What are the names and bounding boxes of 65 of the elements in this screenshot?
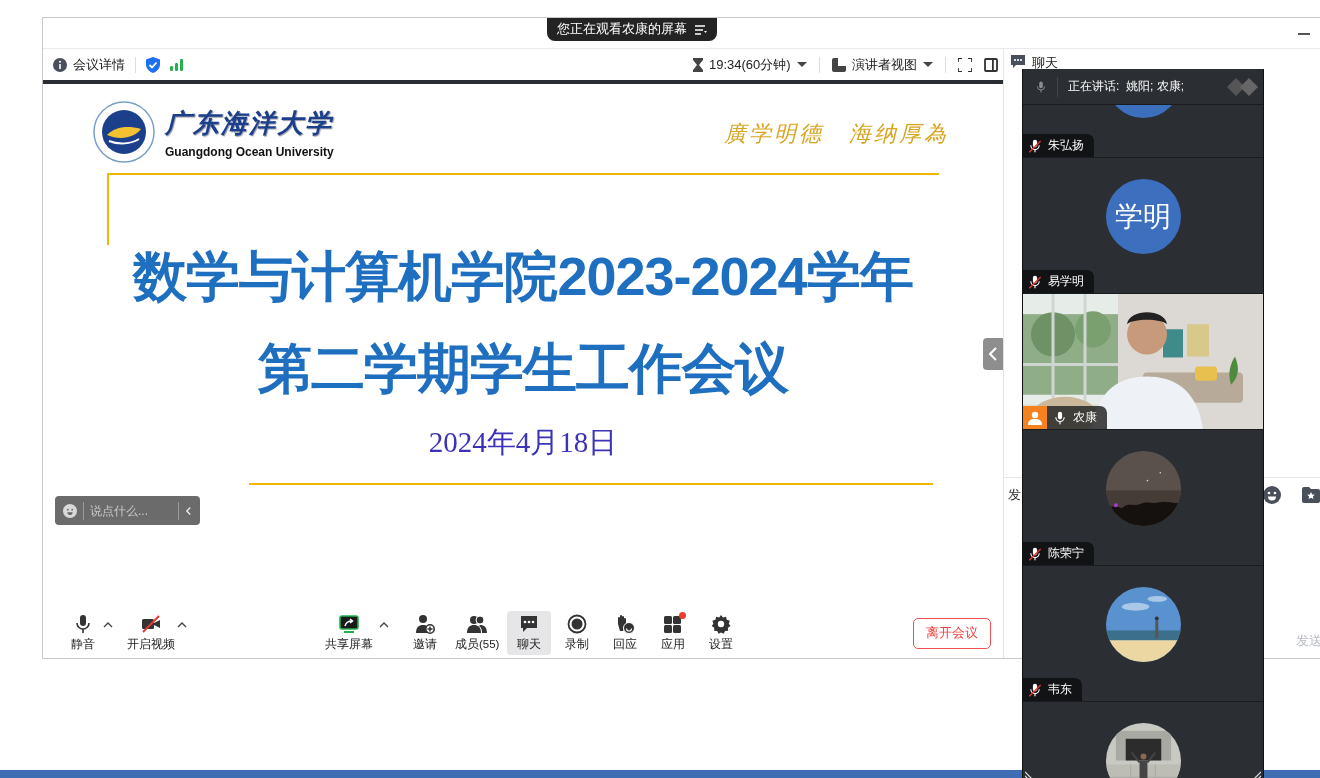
chat-bubble-icon (1010, 54, 1026, 68)
shield-check-icon[interactable] (146, 56, 160, 73)
smiley-icon[interactable] (1263, 486, 1281, 504)
record-icon (567, 614, 588, 634)
add-person-icon (415, 614, 435, 634)
university-name: 广东海洋大学 (165, 106, 334, 140)
caret-button[interactable] (177, 620, 187, 628)
chat-bubble-icon (519, 614, 540, 634)
comment-field[interactable]: 说点什么... (83, 501, 179, 520)
caret-icon (177, 620, 187, 628)
collapse-tab[interactable] (983, 338, 1003, 370)
toolbar-button[interactable]: 邀请 (403, 611, 447, 655)
hourglass-icon (693, 57, 703, 72)
caret-button[interactable] (379, 620, 389, 628)
university-name: Guangdong Ocean University (165, 144, 334, 159)
speaking-status: 正在讲话: 姚阳; 农康; (1068, 78, 1185, 95)
toolbar-button[interactable]: 共享屏幕 (321, 611, 377, 655)
caret-button[interactable] (103, 620, 113, 628)
info-icon (53, 57, 67, 72)
layout-icon (831, 57, 846, 72)
toolbar-button[interactable]: 开启视频 (123, 611, 179, 655)
sidebar-icon[interactable] (983, 57, 998, 72)
fullscreen-icon[interactable] (957, 57, 972, 72)
toolbar-button[interactable]: 回应 (603, 611, 648, 655)
meeting-info-button[interactable]: 会议详情 (53, 55, 125, 74)
chevron-left-icon[interactable] (185, 505, 192, 516)
view-mode-button[interactable]: 演讲者视图 (831, 55, 933, 74)
caret-icon (379, 620, 389, 628)
gear-icon (711, 614, 732, 634)
slide-title: 第二学期学生工作会议 (258, 337, 788, 400)
toolbar-button[interactable]: 成员(55) (451, 611, 504, 655)
avatar-initials: 学明 (1105, 179, 1181, 254)
chat-label: 发 (1008, 486, 1022, 504)
toolbar-button[interactable]: 录制 (555, 611, 600, 655)
raised-hand-icon (615, 614, 636, 634)
university-emblem-icon (93, 101, 155, 163)
participant-name: 韦东 (1048, 681, 1072, 698)
participant-name: 朱弘扬 (1048, 137, 1084, 154)
leave-meeting-button[interactable]: 离开会议 (913, 617, 991, 649)
motto-text: 廣学明德 海纳厚為 (724, 120, 949, 148)
slide-date: 2024年4月18日 (428, 425, 618, 460)
share-screen-icon (339, 614, 359, 634)
viewing-banner: 您正在观看农康的屏幕 (547, 18, 717, 41)
people-icon (467, 614, 488, 634)
person-icon (1028, 410, 1042, 425)
camera-off-icon (141, 614, 161, 634)
chat-title: 聊天 (1032, 54, 1058, 72)
folder-icon[interactable] (1302, 487, 1320, 503)
toolbar-button[interactable]: 聊天 (507, 611, 552, 655)
apps-grid-icon (663, 614, 684, 634)
caret-icon (922, 62, 933, 67)
toolbar-button[interactable]: 应用 (651, 611, 696, 655)
timer-button[interactable]: 19:34(60分钟) (693, 55, 807, 74)
menu-icon (695, 24, 707, 35)
participant-name: 易学明 (1048, 273, 1084, 290)
signal-icon[interactable] (170, 58, 184, 71)
microphone-icon (73, 614, 93, 634)
slide-title: 数学与计算机学院2023-2024学年 (133, 245, 913, 308)
participant-name: 农康 (1073, 409, 1097, 426)
toolbar-button[interactable]: 设置 (699, 611, 744, 655)
toolbar-button[interactable]: 静音 (61, 611, 105, 655)
caret-icon (796, 62, 807, 67)
caret-icon (103, 620, 113, 628)
participant-name: 陈荣宁 (1048, 545, 1084, 562)
chevron-left-icon (989, 347, 997, 361)
